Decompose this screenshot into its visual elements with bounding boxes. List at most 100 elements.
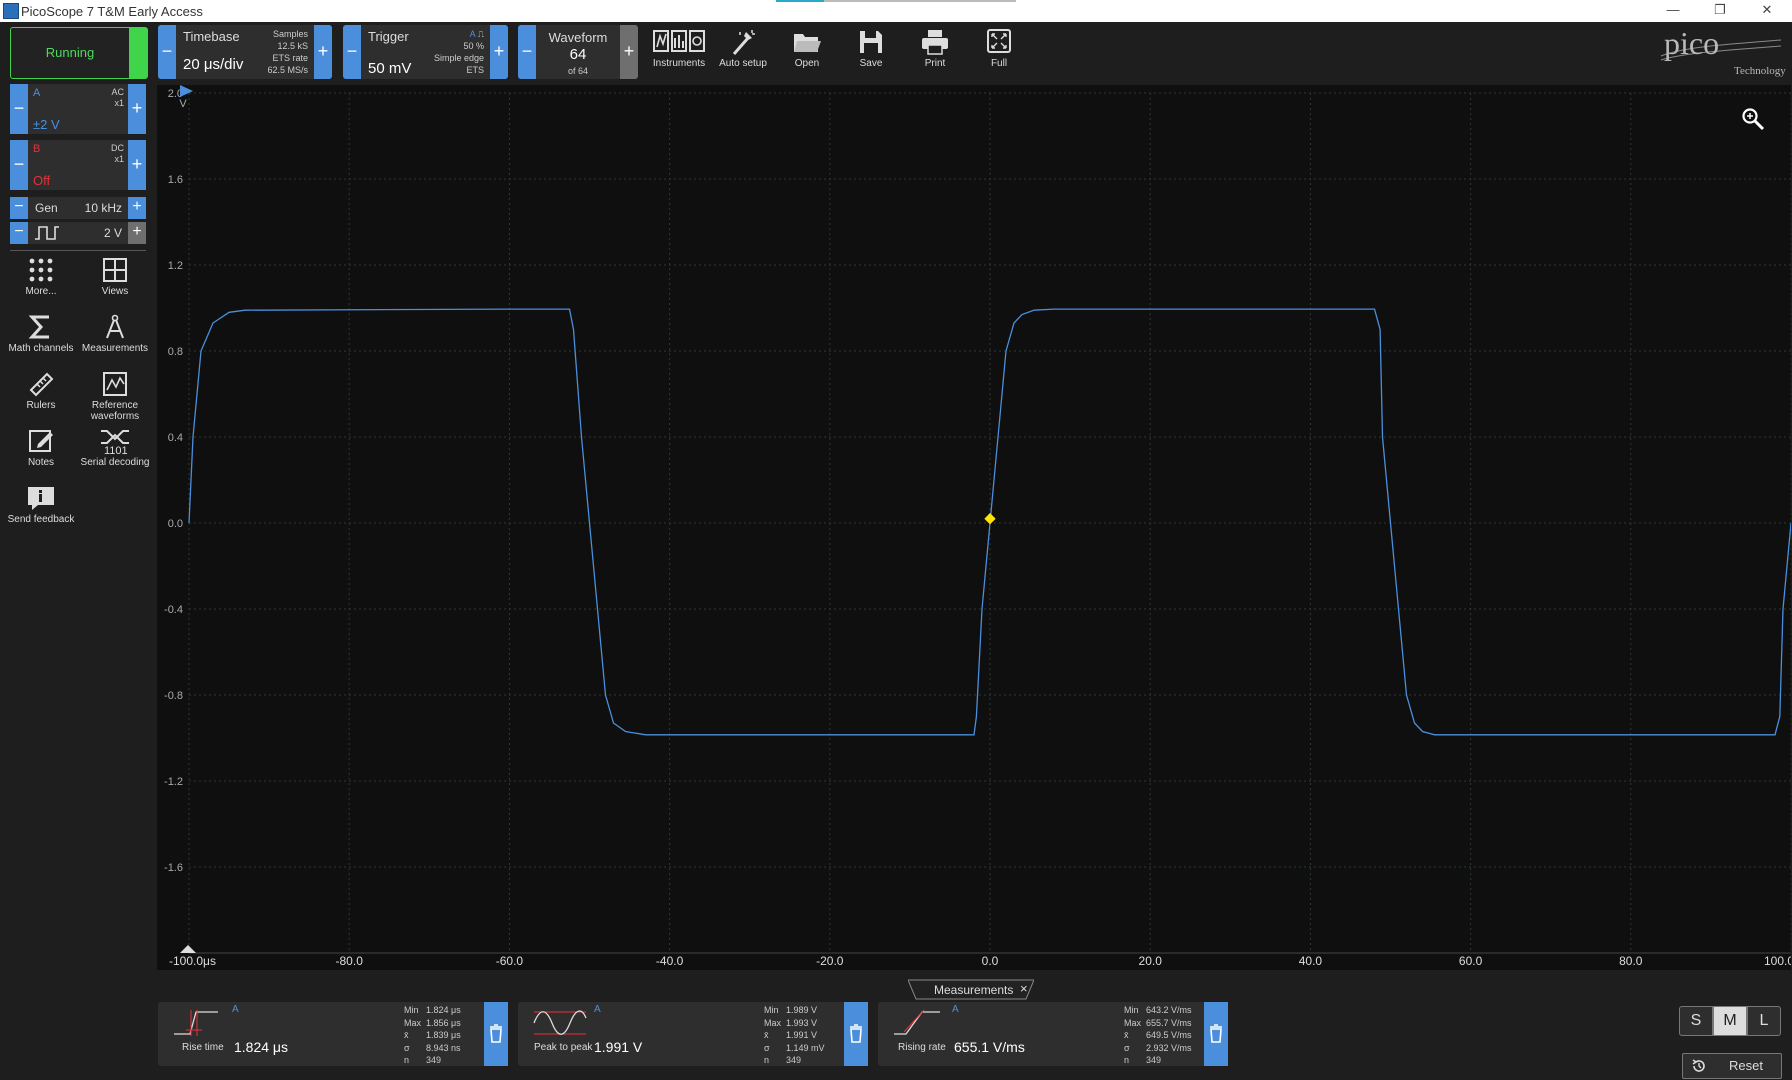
channel-b-decrease-button[interactable]: − xyxy=(10,140,28,190)
full-label: Full xyxy=(990,58,1008,69)
reference-waveform-icon xyxy=(103,372,127,396)
channel-b-increase-button[interactable]: + xyxy=(128,140,146,190)
reset-button[interactable]: Reset xyxy=(1682,1053,1782,1079)
timebase-increase-button[interactable]: + xyxy=(314,25,332,79)
title-bar: PicoScope 7 T&M Early Access — ❐ ✕ xyxy=(0,0,1792,22)
full-screen-button[interactable]: Full xyxy=(968,25,1030,79)
math-channels-button[interactable]: Math channels xyxy=(5,313,77,369)
channel-a-increase-button[interactable]: + xyxy=(128,84,146,134)
waveform-next-button[interactable]: + xyxy=(620,25,638,79)
gen-frequency-decrease-button[interactable]: − xyxy=(10,197,28,219)
x-tick-label: -80.0 xyxy=(336,954,364,968)
minimize-button[interactable]: — xyxy=(1650,2,1696,20)
trash-icon xyxy=(490,1024,502,1043)
trash-icon xyxy=(850,1024,862,1043)
reset-label: Reset xyxy=(1729,1058,1763,1073)
y-tick-label: -1.6 xyxy=(164,862,183,874)
printer-icon xyxy=(922,30,948,55)
measurements-tab-close-icon[interactable]: × xyxy=(1020,981,1028,996)
notes-label: Notes xyxy=(27,457,55,468)
waveform-value[interactable]: 64 xyxy=(536,46,620,63)
measurement-rising-rate[interactable]: A Rising rate 655.1 V/ms Min 643.2 V/ms M… xyxy=(878,1002,1228,1066)
measurement-peak-to-peak[interactable]: A Peak to peak 1.991 V Min 1.989 V Max 1.9… xyxy=(518,1002,868,1066)
timebase-control: − Timebase 20 μs/div Samples 12.5 kS ETS… xyxy=(158,25,332,79)
delete-measurement-button[interactable] xyxy=(844,1002,868,1066)
measurement-rise-time[interactable]: A Rise time 1.824 μs Min 1.824 μs Max 1.85… xyxy=(158,1002,508,1066)
y-tick-label: -1.2 xyxy=(164,776,183,788)
size-small-button[interactable]: S xyxy=(1679,1006,1713,1036)
y-tick-label: 0.4 xyxy=(168,432,183,444)
y-tick-label: 0.0 xyxy=(168,518,183,530)
run-stop-button[interactable]: Running xyxy=(10,27,148,79)
trigger-value[interactable]: 50 mV xyxy=(368,60,411,77)
y-tick-label: 1.6 xyxy=(168,174,183,186)
timebase-value[interactable]: 20 μs/div xyxy=(183,56,243,73)
measurement-value: 1.824 μs xyxy=(234,1039,288,1055)
channel-a-range[interactable]: ±2 V xyxy=(33,117,60,132)
gen-amplitude-decrease-button[interactable]: − xyxy=(10,222,28,244)
time-offset-handle xyxy=(180,945,196,953)
x-tick-label: -100.0μs xyxy=(169,954,216,968)
timebase-decrease-button[interactable]: − xyxy=(158,25,176,79)
reference-waveforms-label: Reference waveforms xyxy=(90,400,140,422)
y-tick-label: 0.8 xyxy=(168,346,183,358)
square-wave-icon[interactable] xyxy=(34,225,60,241)
run-status-label: Running xyxy=(45,45,95,60)
ruler-icon xyxy=(29,372,54,397)
instruments-button[interactable]: Instruments xyxy=(648,25,710,79)
close-button[interactable]: ✕ xyxy=(1744,2,1790,20)
svg-text:1101: 1101 xyxy=(104,445,128,455)
serial-decoding-button[interactable]: 1101 Serial decoding xyxy=(79,427,151,483)
delete-measurement-button[interactable] xyxy=(484,1002,508,1066)
channel-b-range[interactable]: Off xyxy=(33,173,50,188)
serial-decoding-icon: 1101 xyxy=(101,430,129,455)
gen-amplitude-increase-button[interactable]: + xyxy=(128,222,146,244)
gen-frequency[interactable]: 10 kHz xyxy=(85,201,122,215)
measurement-channel: A xyxy=(952,1004,959,1015)
x-tick-label: 60.0 xyxy=(1459,954,1483,968)
auto-setup-label: Auto setup xyxy=(719,58,767,69)
save-disk-icon xyxy=(860,31,882,53)
reference-waveforms-button[interactable]: Reference waveforms xyxy=(79,370,151,434)
app-logo-icon xyxy=(3,3,19,19)
delete-measurement-button[interactable] xyxy=(1204,1002,1228,1066)
measurements-button[interactable]: Measurements xyxy=(79,313,151,369)
trigger-control: − Trigger 50 mV A ⎍ 50 % Simple edge ETS… xyxy=(343,25,508,79)
channel-a-decrease-button[interactable]: − xyxy=(10,84,28,134)
math-channels-label: Math channels xyxy=(8,343,74,354)
save-button[interactable]: Save xyxy=(840,25,902,79)
measurements-tab[interactable]: Measurements × xyxy=(908,979,1034,1000)
x-tick-label: -20.0 xyxy=(816,954,844,968)
send-feedback-button[interactable]: Send feedback xyxy=(5,484,77,540)
notes-button[interactable]: Notes xyxy=(5,427,77,483)
rulers-button[interactable]: Rulers xyxy=(5,370,77,426)
svg-text:V: V xyxy=(179,98,187,110)
measurement-channel: A xyxy=(594,1004,601,1015)
size-medium-button[interactable]: M xyxy=(1713,1006,1747,1036)
size-large-button[interactable]: L xyxy=(1747,1006,1781,1036)
auto-setup-button[interactable]: Auto setup xyxy=(712,25,774,79)
measurement-stats: Min 1.989 V Max 1.993 V x̄ 1.991 V σ 1.149 m… xyxy=(764,1005,825,1065)
gen-amplitude[interactable]: 2 V xyxy=(104,226,122,240)
print-button[interactable]: Print xyxy=(904,25,966,79)
folder-open-icon xyxy=(794,34,821,52)
views-button[interactable]: Views xyxy=(79,256,151,312)
trigger-increase-button[interactable]: + xyxy=(490,25,508,79)
more-button[interactable]: More... xyxy=(5,256,77,312)
open-label: Open xyxy=(794,58,820,69)
send-feedback-label: Send feedback xyxy=(7,514,75,525)
restore-button[interactable]: ❐ xyxy=(1697,2,1743,20)
channel-b-control: − B Off DC x1 + xyxy=(10,140,146,190)
scope-view[interactable]: 2.0 1.6 1.2 0.8 0.4 0.0 -0.4 -0.8 -1.2 -1.6 -100.… xyxy=(157,85,1792,970)
gen-frequency-increase-button[interactable]: + xyxy=(128,197,146,219)
waveform-control: − Waveform 64 of 64 + xyxy=(518,25,638,79)
open-button[interactable]: Open xyxy=(776,25,838,79)
zoom-icon[interactable] xyxy=(1741,107,1765,131)
waveform-previous-button[interactable]: − xyxy=(518,25,536,79)
y-tick-label: -0.8 xyxy=(164,690,183,702)
generator-amplitude-control: − 2 V + xyxy=(10,222,146,244)
scope-graph[interactable]: 2.01.61.20.80.40.0-0.4-0.8-1.2-1.6 -100.… xyxy=(157,85,1792,970)
x-tick-label: -60.0 xyxy=(496,954,524,968)
x-tick-label: 0.0 xyxy=(982,954,999,968)
trigger-decrease-button[interactable]: − xyxy=(343,25,361,79)
